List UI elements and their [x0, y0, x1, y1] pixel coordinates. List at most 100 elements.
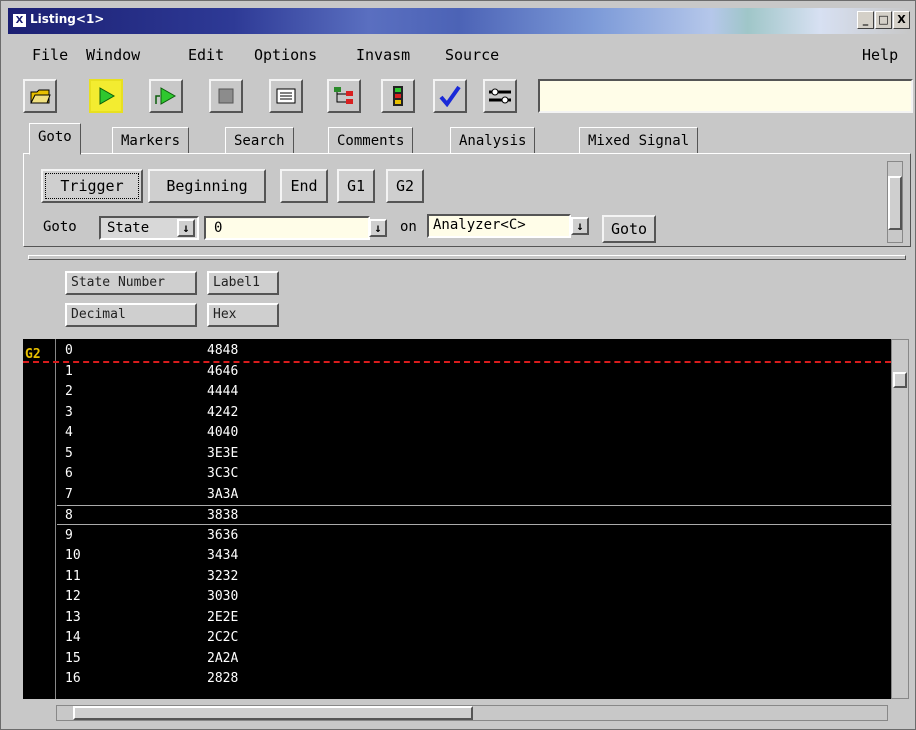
g2-button[interactable]: G2	[386, 169, 424, 203]
table-row[interactable]: 4 4040	[57, 423, 891, 443]
horizontal-scrollbar[interactable]	[56, 705, 888, 721]
table-row[interactable]: 9 3636	[57, 526, 891, 546]
state-number-cell: 8	[65, 508, 73, 523]
tab-mixed-signal[interactable]: Mixed Signal	[579, 127, 699, 155]
state-number-cell: 1	[65, 363, 73, 379]
menu-edit[interactable]: Edit	[188, 46, 224, 64]
pane-divider[interactable]	[28, 255, 906, 260]
menu-options[interactable]: Options	[254, 46, 317, 64]
checkmark-icon	[439, 85, 461, 107]
listing-scrollbar[interactable]	[891, 339, 909, 699]
label1-cell: 3E3E	[207, 445, 239, 461]
stop-icon	[218, 88, 234, 104]
label1-cell: 3C3C	[207, 466, 239, 481]
label1-cell: 3232	[207, 568, 239, 584]
table-row[interactable]: 2 4444	[57, 382, 891, 402]
table-row[interactable]: 8 3838	[57, 505, 891, 526]
menu-invasm[interactable]: Invasm	[356, 46, 410, 64]
list-view-button[interactable]	[269, 79, 303, 113]
run-button[interactable]	[89, 79, 123, 113]
table-row[interactable]: 13 2E2E	[57, 608, 891, 628]
panel-scroll-thumb[interactable]	[888, 176, 902, 230]
label1-cell: 4242	[207, 404, 239, 420]
state-number-cell: 16	[65, 671, 81, 686]
listing-window: X Listing<1> _ □ X File Window Edit Opti…	[0, 0, 916, 730]
title-bar[interactable]: X Listing<1> _ □ X	[8, 8, 910, 34]
g1-button[interactable]: G1	[337, 169, 375, 203]
g2-marker-line[interactable]	[23, 361, 891, 363]
analyzer-value: Analyzer<C>	[433, 217, 526, 233]
menu-file[interactable]: File	[32, 46, 68, 64]
table-row[interactable]: 15 2A2A	[57, 649, 891, 669]
listing-scroll-thumb[interactable]	[893, 372, 907, 388]
goto-value-input[interactable]: 0	[204, 216, 370, 240]
column-header-state-number[interactable]: State Number	[65, 271, 197, 295]
goto-mode-value: State	[107, 220, 150, 236]
tab-search[interactable]: Search	[225, 127, 294, 155]
table-row[interactable]: 3 4242	[57, 403, 891, 423]
state-number-cell: 7	[65, 486, 73, 502]
state-number-cell: 4	[65, 425, 73, 440]
label1-cell: 2C2C	[207, 630, 239, 645]
beginning-button[interactable]: Beginning	[148, 169, 266, 203]
minimize-button[interactable]: _	[857, 11, 874, 29]
table-row[interactable]: 5 3E3E	[57, 444, 891, 464]
tab-markers[interactable]: Markers	[112, 127, 190, 155]
stop-button[interactable]	[209, 79, 243, 113]
maximize-button[interactable]: □	[875, 11, 892, 29]
command-input[interactable]	[538, 79, 913, 113]
label1-cell: 2828	[207, 671, 239, 686]
state-number-cell: 3	[65, 404, 73, 420]
goto-label: Goto	[43, 219, 77, 235]
menu-window[interactable]: Window	[86, 46, 140, 64]
menu-help[interactable]: Help	[862, 46, 898, 64]
column-header-label1[interactable]: Label1	[207, 271, 279, 295]
window-controls: _ □ X	[857, 11, 910, 29]
label1-cell: 2A2A	[207, 650, 239, 666]
menu-source[interactable]: Source	[445, 46, 499, 64]
state-number-cell: 5	[65, 445, 73, 461]
state-number-cell: 14	[65, 630, 81, 645]
tab-goto[interactable]: Goto	[29, 123, 81, 155]
tree-icon	[334, 87, 353, 104]
horizontal-scroll-thumb[interactable]	[73, 706, 473, 720]
column-base-decimal[interactable]: Decimal	[65, 303, 197, 327]
column-base-hex[interactable]: Hex	[207, 303, 279, 327]
overview-button[interactable]	[327, 79, 361, 113]
analyzer-select[interactable]: Analyzer<C>	[427, 214, 571, 238]
g2-marker-label: G2	[25, 347, 41, 362]
folder-icon	[30, 89, 51, 104]
tools-button[interactable]	[483, 79, 517, 113]
table-row[interactable]: 11 3232	[57, 567, 891, 587]
state-number-cell: 12	[65, 589, 81, 604]
mode-dropdown-icon[interactable]: ↓	[177, 219, 195, 237]
table-row[interactable]: 10 3434	[57, 546, 891, 566]
table-row[interactable]: 6 3C3C	[57, 464, 891, 484]
table-row[interactable]: 0 4848	[57, 341, 891, 361]
label1-cell: 3030	[207, 589, 239, 604]
open-folder-button[interactable]	[23, 79, 57, 113]
end-button[interactable]: End	[280, 169, 328, 203]
table-row[interactable]: 14 2C2C	[57, 628, 891, 648]
run-repetitive-button[interactable]	[149, 79, 183, 113]
table-row[interactable]: 16 2828	[57, 669, 891, 689]
verify-button[interactable]	[433, 79, 467, 113]
panel-scrollbar[interactable]	[887, 161, 903, 243]
table-row[interactable]: 12 3030	[57, 587, 891, 607]
list-icon	[276, 88, 296, 104]
listing-data: G2 0 4848 1 4646 2 4444 3 4242 4 4040 5 3E3E 6 3C3C 7 3…	[23, 339, 891, 699]
table-row[interactable]: 7 3A3A	[57, 485, 891, 505]
table-row[interactable]: 1 4646	[57, 362, 891, 382]
label1-cell: 3636	[207, 527, 239, 543]
close-button[interactable]: X	[893, 11, 910, 29]
tab-analysis[interactable]: Analysis	[450, 127, 536, 155]
analyzer-dropdown-icon[interactable]: ↓	[571, 217, 589, 235]
trigger-button[interactable]: Trigger	[41, 169, 143, 203]
setup-button[interactable]	[381, 79, 415, 113]
label1-cell: 2E2E	[207, 609, 239, 625]
on-label: on	[400, 219, 417, 235]
tab-comments[interactable]: Comments	[328, 127, 414, 155]
goto-button[interactable]: Goto	[602, 215, 656, 243]
tools-icon	[489, 88, 511, 104]
value-dropdown-icon[interactable]: ↓	[369, 219, 387, 237]
